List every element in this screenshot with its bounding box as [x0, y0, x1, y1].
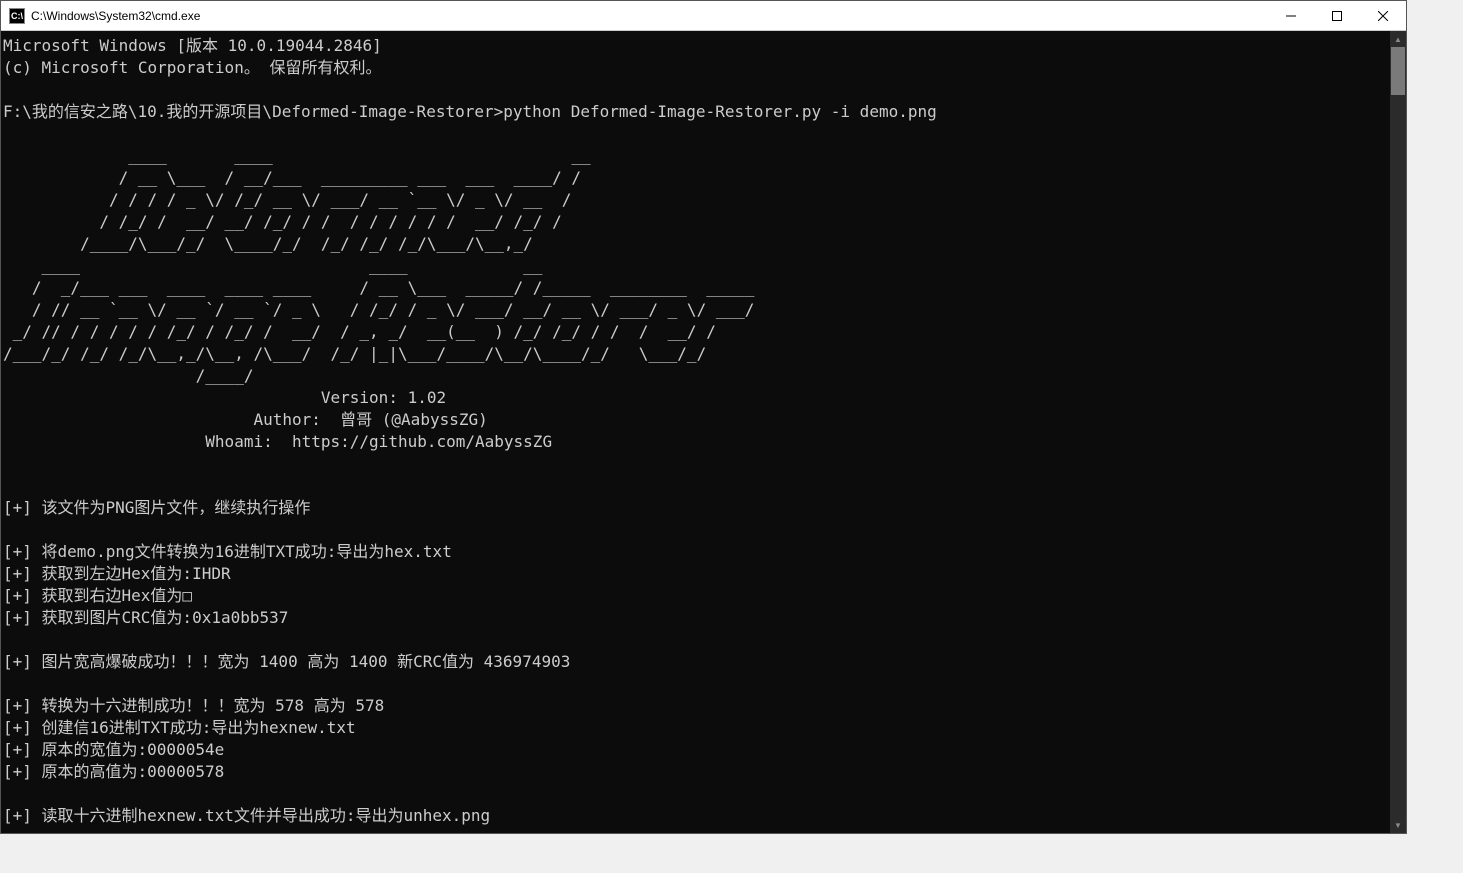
- output-line: [+] 创建信16进制TXT成功:导出为hexnew.txt: [3, 718, 356, 737]
- output-line: [+] 图片宽高爆破成功！！！宽为 1400 高为 1400 新CRC值为 43…: [3, 652, 570, 671]
- maximize-icon: [1332, 11, 1342, 21]
- prompt-path: F:\我的信安之路\10.我的开源项目\Deformed-Image-Resto…: [3, 102, 503, 121]
- output-line: [+] 原本的宽值为:0000054e: [3, 740, 224, 759]
- ascii-art-line: / __ \___ / __/___ _________ ___ ___ ___…: [3, 168, 581, 187]
- minimize-icon: [1286, 11, 1296, 21]
- output-line: [+] 该文件为PNG图片文件，继续执行操作: [3, 498, 310, 517]
- scroll-down-arrow-icon[interactable]: ▼: [1390, 817, 1406, 833]
- ascii-art-line: / /_/ / __/ __/ /_/ / / / / / / / / __/ …: [3, 212, 562, 231]
- output-line: [+] 获取到左边Hex值为:IHDR: [3, 564, 231, 583]
- ascii-art-line: /____/: [3, 366, 253, 385]
- scroll-up-arrow-icon[interactable]: ▲: [1390, 31, 1406, 47]
- ascii-art-line: / _/___ ___ ____ ____ ____ / __ \___ ___…: [3, 278, 754, 297]
- window-title: C:\Windows\System32\cmd.exe: [31, 9, 1268, 23]
- ascii-art-line: _/ // / / / / / /_/ / /_/ / __/ / _, _/ …: [3, 322, 716, 341]
- output-line: [+] 原本的高值为:00000578: [3, 762, 224, 781]
- window-controls: [1268, 1, 1406, 30]
- terminal-output[interactable]: Microsoft Windows [版本 10.0.19044.2846] (…: [1, 31, 1390, 833]
- cmd-icon: C:\: [9, 8, 25, 24]
- ascii-art-line: ____ ____ __: [3, 146, 591, 165]
- command-text: python Deformed-Image-Restorer.py -i dem…: [503, 102, 936, 121]
- ascii-art-line: / / / / _ \/ /_/ __ \/ ___/ __ `__ \/ _ …: [3, 190, 571, 209]
- output-line: [+] 读取十六进制hexnew.txt文件并导出成功:导出为unhex.png: [3, 806, 490, 825]
- ascii-art-line: /____/\___/_/ \____/_/ /_/ /_/ /_/\___/\…: [3, 234, 533, 253]
- scroll-thumb[interactable]: [1391, 47, 1405, 95]
- info-version: Version: 1.02: [3, 388, 446, 407]
- output-line: [+] 获取到图片CRC值为:0x1a0bb537: [3, 608, 288, 627]
- vertical-scrollbar[interactable]: ▲ ▼: [1390, 31, 1406, 833]
- header-line: Microsoft Windows [版本 10.0.19044.2846]: [3, 36, 382, 55]
- info-author: Author: 曾哥 (@AabyssZG): [3, 410, 488, 429]
- maximize-button[interactable]: [1314, 1, 1360, 30]
- output-line: [+] 转换为十六进制成功！！！宽为 578 高为 578: [3, 696, 384, 715]
- minimize-button[interactable]: [1268, 1, 1314, 30]
- output-line: [+] 将demo.png文件转换为16进制TXT成功:导出为hex.txt: [3, 542, 452, 561]
- ascii-art-line: /___/_/ /_/ /_/\__,_/\__, /\___/ /_/ |_|…: [3, 344, 706, 363]
- cmd-window: C:\ C:\Windows\System32\cmd.exe Microsof…: [0, 0, 1407, 834]
- close-icon: [1378, 11, 1388, 21]
- ascii-art-line: ____ ____ __: [3, 256, 542, 275]
- close-button[interactable]: [1360, 1, 1406, 30]
- ascii-art-line: / // __ `__ \/ __ `/ __ `/ _ \ / /_/ / _…: [3, 300, 754, 319]
- titlebar[interactable]: C:\ C:\Windows\System32\cmd.exe: [1, 1, 1406, 31]
- info-whoami: Whoami: https://github.com/AabyssZG: [3, 432, 552, 451]
- header-line: (c) Microsoft Corporation。 保留所有权利。: [3, 58, 381, 77]
- output-line: [+] 获取到右边Hex值为□: [3, 586, 192, 605]
